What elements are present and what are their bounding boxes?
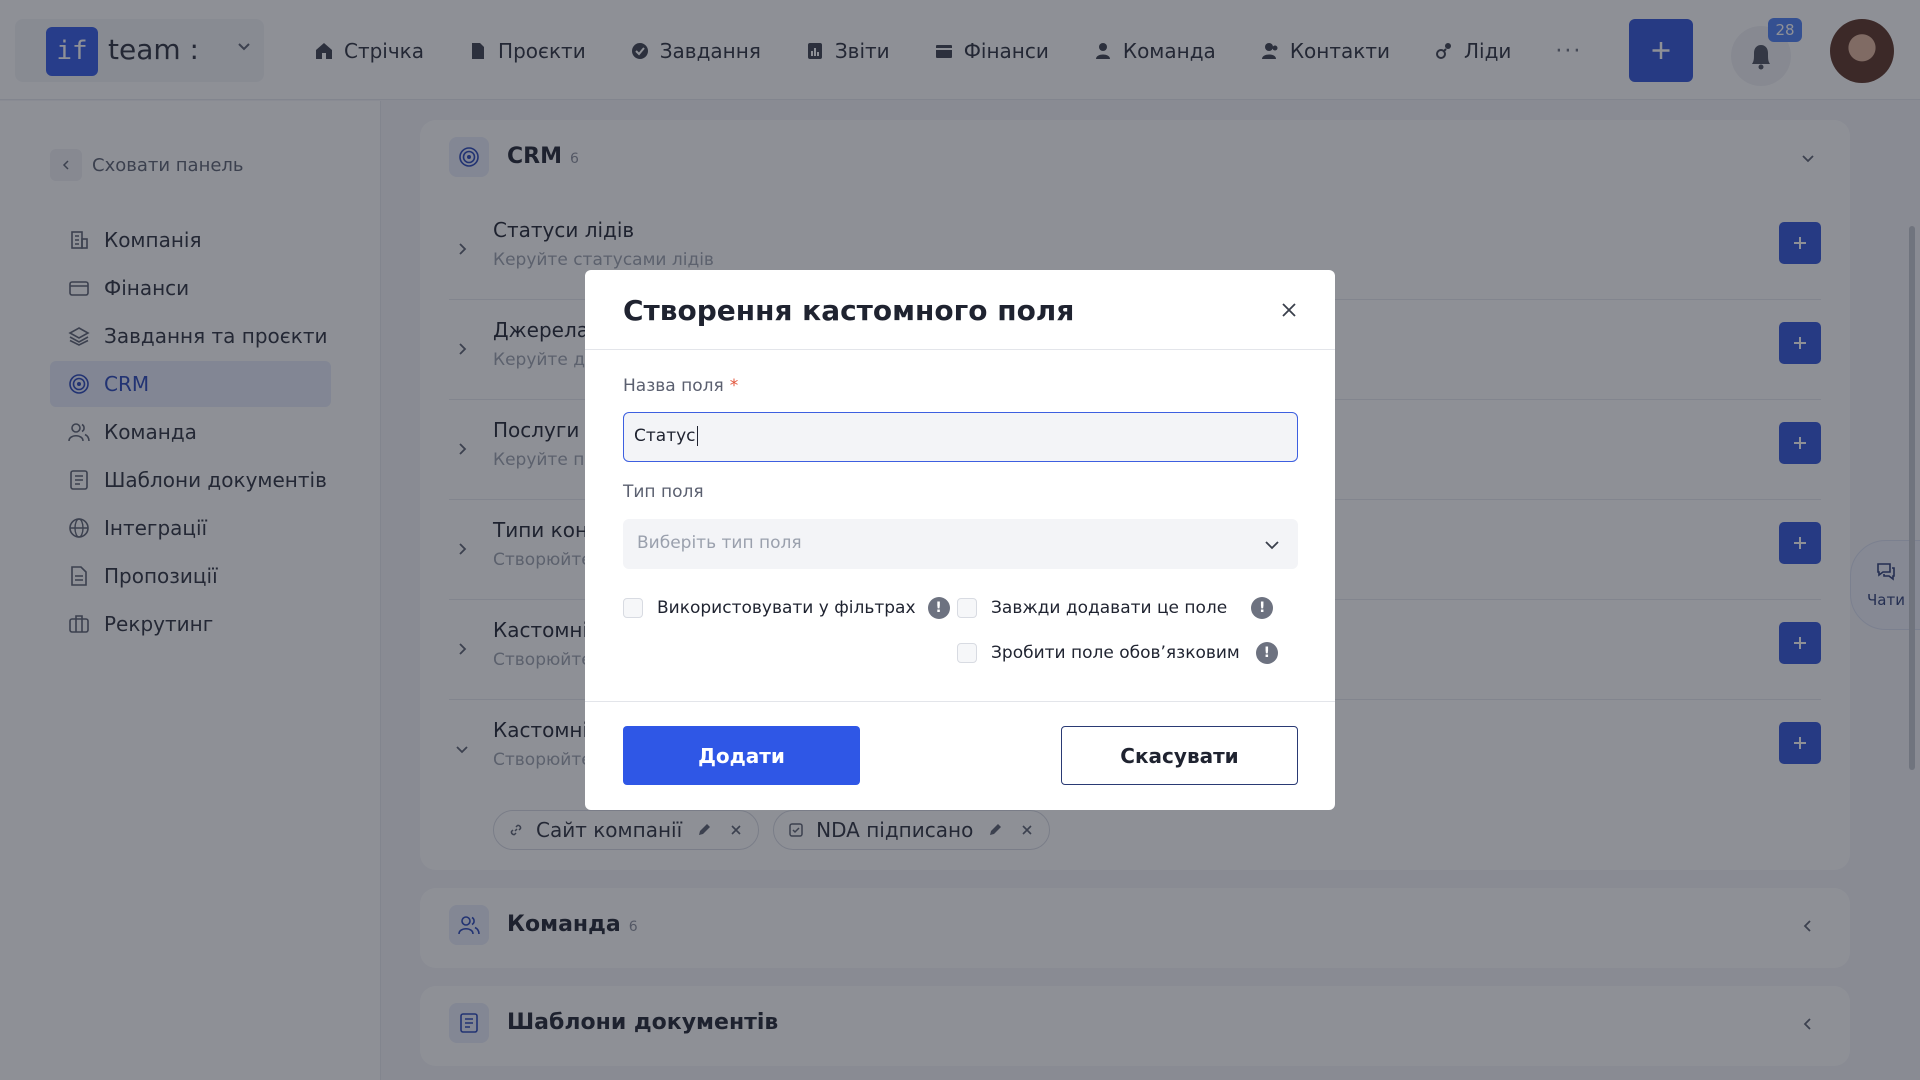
cancel-button[interactable]: Скасувати [1061, 726, 1298, 785]
field-type-label: Тип поля [623, 482, 704, 502]
modal-title: Створення кастомного поля [623, 294, 1075, 327]
make-required-checkbox[interactable] [957, 643, 977, 663]
field-name-input[interactable]: Статус [623, 412, 1298, 462]
always-add-checkbox[interactable] [957, 598, 977, 618]
add-button[interactable]: Додати [623, 726, 860, 785]
field-type-placeholder: Виберіть тип поля [637, 533, 802, 553]
text-caret [696, 426, 698, 446]
close-icon[interactable] [1279, 300, 1299, 320]
info-icon[interactable]: ! [1251, 597, 1274, 619]
info-icon[interactable]: ! [927, 597, 950, 619]
field-type-select[interactable]: Виберіть тип поля [623, 519, 1298, 569]
create-custom-field-modal: Створення кастомного поля Назва поля * Ст… [585, 270, 1335, 810]
divider [585, 349, 1335, 350]
field-name-label-text: Назва поля [623, 376, 724, 396]
info-icon[interactable]: ! [1255, 642, 1278, 664]
required-mark: * [729, 376, 739, 396]
option-use-in-filters[interactable]: Використовувати у фільтрах ! [623, 597, 950, 619]
chevron-down-icon [1265, 541, 1279, 550]
divider [585, 701, 1335, 702]
option-label: Завжди додавати це поле [991, 598, 1228, 618]
option-make-required[interactable]: Зробити поле обов’язковим ! [957, 642, 1278, 664]
option-label: Зробити поле обов’язковим [991, 643, 1240, 663]
option-label: Використовувати у фільтрах [657, 598, 916, 618]
field-name-value: Статус [634, 426, 696, 446]
option-always-add[interactable]: Завжди додавати це поле ! [957, 597, 1274, 619]
field-name-label: Назва поля * [623, 376, 738, 396]
use-in-filters-checkbox[interactable] [623, 598, 643, 618]
